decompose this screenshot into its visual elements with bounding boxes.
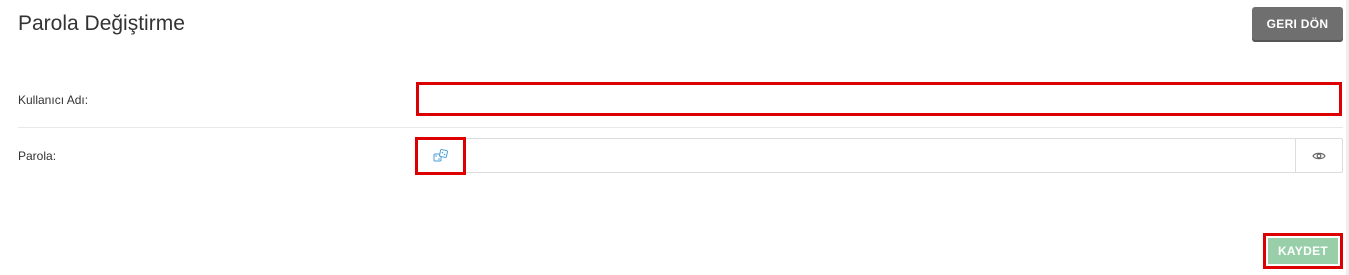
generate-password-button[interactable] [415,137,466,175]
username-input[interactable] [416,82,1342,116]
save-button[interactable]: KAYDET [1268,238,1338,264]
dice-icon [433,149,448,162]
toggle-password-visibility-button[interactable] [1295,139,1342,172]
form-row-divider [18,127,1343,128]
username-label: Kullanıcı Adı: [18,93,89,107]
password-label: Parola: [18,149,57,163]
back-button[interactable]: GERI DÖN [1252,7,1343,40]
save-button-highlight: KAYDET [1263,233,1343,269]
password-input-group [417,138,1343,173]
eye-icon [1312,152,1326,159]
page-title: Parola Değiştirme [18,12,185,35]
password-input[interactable] [468,139,1294,172]
